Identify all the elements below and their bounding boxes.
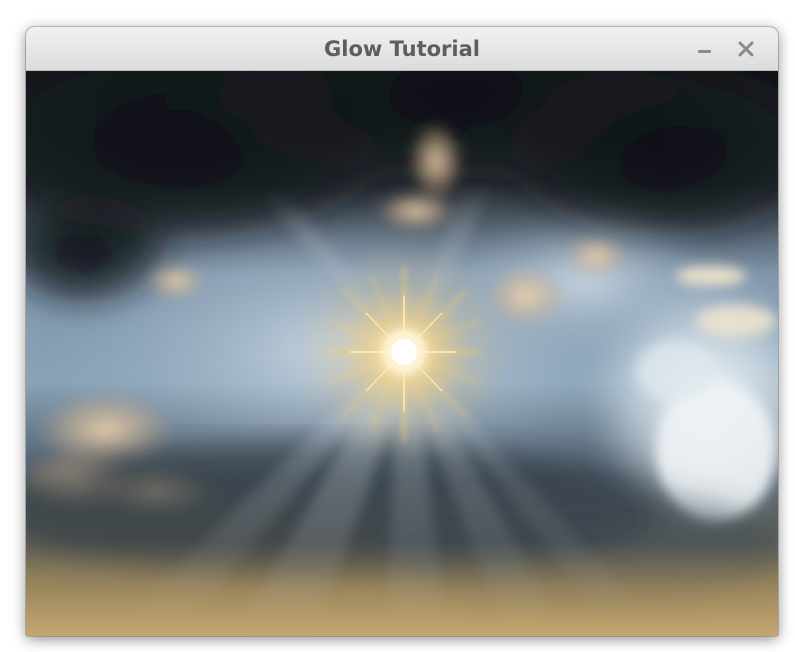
close-button[interactable] [732,35,760,63]
title-bar[interactable]: Glow Tutorial [26,27,778,71]
sun-core [391,339,417,365]
minimize-button[interactable] [691,35,719,63]
minimize-icon [698,50,711,53]
window-title: Glow Tutorial [324,37,480,61]
app-window: Glow Tutorial [26,27,778,636]
render-viewport [26,71,778,636]
sun-glow-scene [26,71,778,636]
close-icon [738,41,754,57]
